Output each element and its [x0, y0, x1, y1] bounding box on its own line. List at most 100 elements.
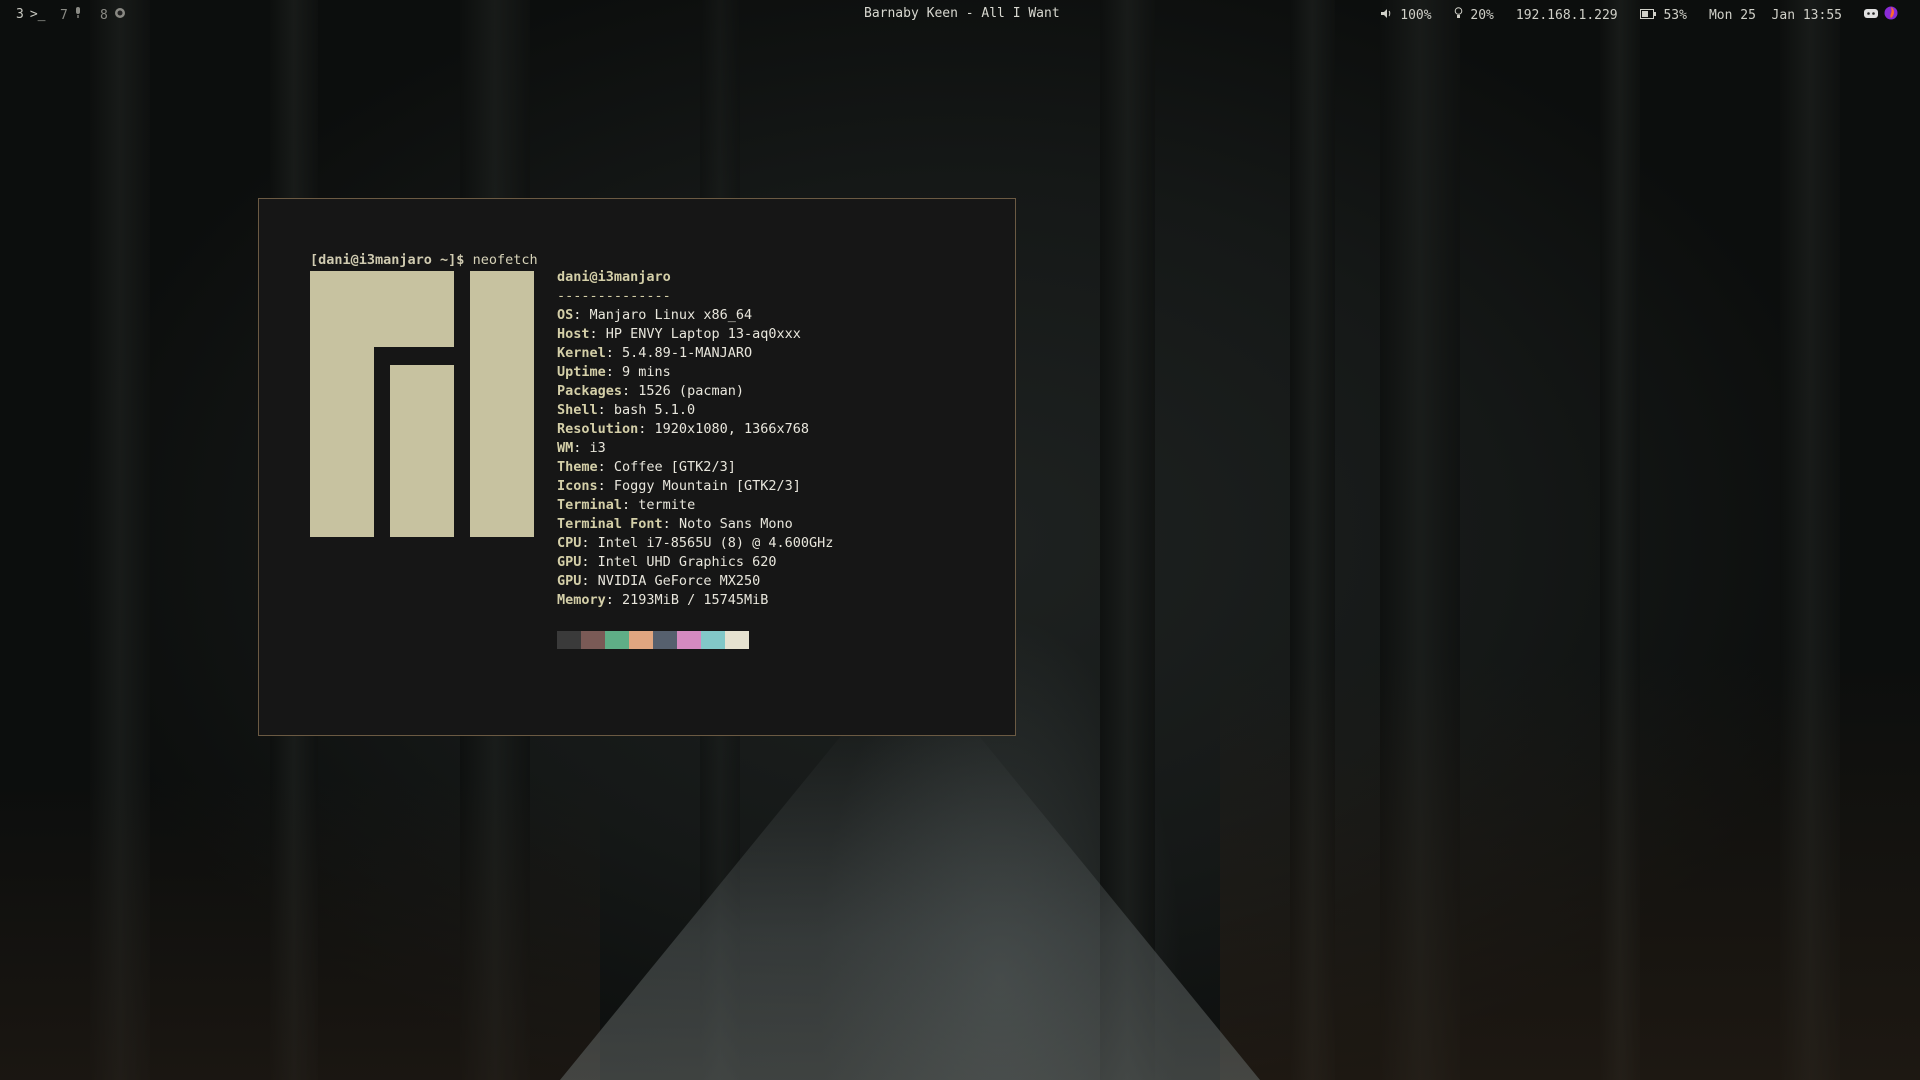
info-row: Theme: Coffee [GTK2/3] [557, 458, 833, 477]
info-colon: : [622, 383, 639, 399]
prompt-user: [dani@i3manjaro ~]$ [310, 252, 465, 268]
info-value: Intel i7-8565U (8) @ 4.600GHz [597, 535, 834, 551]
info-key: Theme [557, 459, 598, 475]
info-row: Icons: Foggy Mountain [GTK2/3] [557, 477, 833, 496]
info-key: Uptime [557, 364, 606, 380]
color-swatch [653, 631, 677, 649]
color-swatch [725, 631, 749, 649]
info-row: Terminal Font: Noto Sans Mono [557, 515, 833, 534]
info-colon: : [622, 497, 639, 513]
manjaro-logo [310, 271, 534, 537]
info-value: termite [638, 497, 696, 513]
info-colon: : [597, 402, 614, 418]
info-key: OS [557, 307, 574, 323]
info-row: WM: i3 [557, 439, 833, 458]
info-value: Coffee [GTK2/3] [613, 459, 736, 475]
info-colon: : [581, 535, 598, 551]
info-key: Memory [557, 592, 606, 608]
info-key: WM [557, 440, 574, 456]
discord-icon[interactable] [1864, 8, 1878, 23]
prompt-line: [dani@i3manjaro ~]$ neofetch [310, 252, 538, 268]
info-value: i3 [589, 440, 606, 456]
info-key: CPU [557, 535, 582, 551]
info-key: Icons [557, 478, 598, 494]
info-colon: : [581, 573, 598, 589]
info-colon: : [573, 440, 590, 456]
workspace-8[interactable]: 8 [100, 7, 126, 23]
info-key: GPU [557, 554, 582, 570]
color-palette [557, 631, 749, 649]
battery-indicator[interactable]: 53% [1639, 7, 1687, 23]
info-key: Terminal Font [557, 516, 663, 532]
info-value: 2193MiB / 15745MiB [622, 592, 769, 608]
firefox-icon[interactable] [1884, 6, 1898, 24]
info-value: NVIDIA GeForce MX250 [597, 573, 761, 589]
color-swatch [701, 631, 725, 649]
info-row: Terminal: termite [557, 496, 833, 515]
workspace-number: 3 [16, 7, 24, 22]
info-key: GPU [557, 573, 582, 589]
workspace-number: 7 [60, 7, 68, 23]
info-key: Resolution [557, 421, 639, 437]
microphone-icon [74, 7, 82, 23]
info-value: bash 5.1.0 [613, 402, 696, 418]
status-bar: 3 >_ 7 8 Barnaby Keen - All I Want 100% … [0, 0, 1920, 28]
info-value: Foggy Mountain [GTK2/3] [613, 478, 801, 494]
info-key: Terminal [557, 497, 623, 513]
info-colon: : [605, 345, 623, 361]
volume-indicator[interactable]: 100% [1380, 7, 1432, 23]
info-colon: : [662, 516, 679, 532]
battery-value: 53% [1663, 7, 1687, 23]
color-swatch [605, 631, 629, 649]
circle-icon [114, 7, 126, 23]
info-value: 1526 (pacman) [638, 383, 744, 399]
bulb-icon [1454, 7, 1463, 23]
now-playing: Barnaby Keen - All I Want [864, 6, 1060, 21]
info-value: 9 mins [622, 364, 671, 380]
info-header: dani@i3manjaro [557, 269, 671, 285]
info-row: Resolution: 1920x1080, 1366x768 [557, 420, 833, 439]
info-row: CPU: Intel i7-8565U (8) @ 4.600GHz [557, 534, 833, 553]
info-row: GPU: NVIDIA GeForce MX250 [557, 572, 833, 591]
info-value: 1920x1080, 1366x768 [654, 421, 809, 437]
clock: Mon 25 Jan 13:55 [1708, 7, 1842, 23]
workspace-7[interactable]: 7 [60, 7, 82, 23]
brightness-indicator[interactable]: 20% [1454, 7, 1494, 23]
info-separator: -------------- [557, 288, 671, 304]
info-colon: : [573, 307, 590, 323]
info-row: Host: HP ENVY Laptop 13-aq0xxx [557, 325, 833, 344]
color-swatch [581, 631, 605, 649]
info-row: Uptime: 9 mins [557, 363, 833, 382]
info-value: Noto Sans Mono [678, 516, 793, 532]
info-colon: : [589, 326, 606, 342]
volume-value: 100% [1400, 7, 1432, 23]
brightness-value: 20% [1470, 8, 1494, 23]
info-colon: : [581, 554, 598, 570]
info-value: HP ENVY Laptop 13-aq0xxx [605, 326, 801, 342]
info-row: Packages: 1526 (pacman) [557, 382, 833, 401]
workspace-number: 8 [100, 7, 108, 23]
info-value: Intel UHD Graphics 620 [597, 554, 777, 570]
info-colon: : [605, 592, 623, 608]
info-key: Shell [557, 402, 598, 418]
info-row: OS: Manjaro Linux x86_64 [557, 306, 833, 325]
battery-icon [1639, 8, 1656, 23]
command: neofetch [472, 252, 538, 268]
color-swatch [677, 631, 701, 649]
color-swatch [629, 631, 653, 649]
info-colon: : [597, 459, 614, 475]
terminal-icon: >_ [29, 7, 46, 22]
speaker-icon [1380, 8, 1392, 23]
color-swatch [557, 631, 581, 649]
info-key: Packages [557, 383, 623, 399]
info-row: GPU: Intel UHD Graphics 620 [557, 553, 833, 572]
info-colon: : [638, 421, 655, 437]
terminal-window[interactable]: [dani@i3manjaro ~]$ neofetch dani@i3manj… [258, 198, 1016, 736]
info-row: Kernel: 5.4.89-1-MANJARO [557, 344, 833, 363]
workspace-3[interactable]: 3 >_ [16, 7, 45, 22]
info-colon: : [605, 364, 623, 380]
info-row: Memory: 2193MiB / 15745MiB [557, 591, 833, 610]
system-info: dani@i3manjaro -------------- OS: Manjar… [557, 268, 833, 610]
info-colon: : [597, 478, 614, 494]
info-value: 5.4.89-1-MANJARO [622, 345, 753, 361]
